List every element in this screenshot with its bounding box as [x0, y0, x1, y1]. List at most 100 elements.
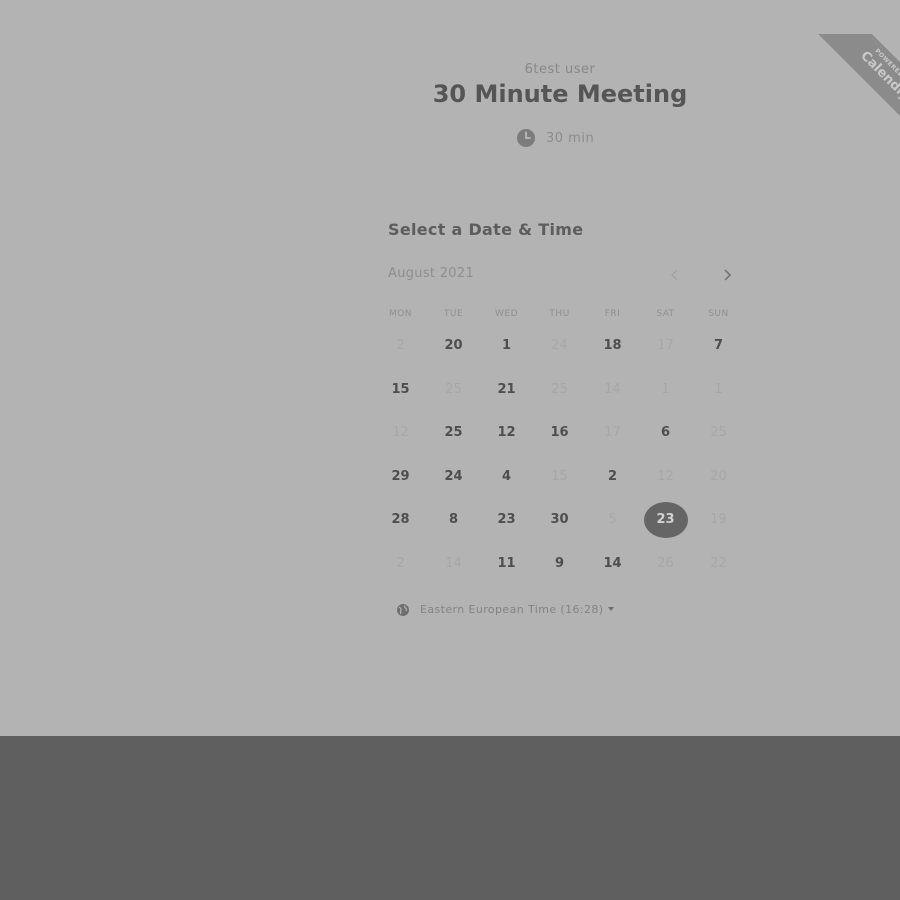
calendar-day[interactable]: 21 — [480, 368, 533, 412]
calendar-day-number: 20 — [710, 468, 727, 484]
calendar-days-grid: 2 20 1 24 18 17 7 15 25 21 25 14 1 1 12 25 12 16 17 6 25 29 24… — [374, 324, 745, 585]
calendar-day-number: 2 — [607, 468, 618, 484]
calendar-day-number: 21 — [497, 381, 516, 397]
calendar-day[interactable]: 15 — [374, 368, 427, 412]
calendar-day-number: 8 — [448, 512, 459, 528]
calendar-day[interactable]: 23 — [480, 498, 533, 542]
weekday-label: SAT — [656, 309, 675, 319]
calendar-day: 14 — [586, 368, 639, 412]
calendar-day-number: 18 — [603, 338, 622, 354]
calendar-day: 17 — [639, 324, 692, 368]
clock-icon — [516, 128, 536, 148]
calendar-day: 25 — [692, 411, 745, 455]
next-month-button[interactable] — [714, 262, 740, 288]
calendar-day: 19 — [692, 498, 745, 542]
calendar-day-number: 14 — [603, 555, 622, 571]
weekday-label: SUN — [708, 309, 729, 319]
calendar-day[interactable]: 9 — [533, 542, 586, 586]
weekday-header-row: MON TUE WED THU FRI SAT SUN — [374, 309, 745, 319]
calendar-day-number: 25 — [551, 381, 568, 397]
calendar-month-label: August 2021 — [388, 266, 475, 281]
calendar-day-number: 19 — [710, 512, 727, 528]
calendar-day[interactable]: 24 — [427, 455, 480, 499]
weekday-label: TUE — [443, 309, 464, 319]
calendar-day[interactable]: 8 — [427, 498, 480, 542]
timezone-selector[interactable]: Eastern European Time (16:28) — [396, 600, 614, 618]
timezone-label: Eastern European Time (16:28) — [420, 602, 604, 616]
weekday-label: MON — [388, 309, 413, 319]
select-date-heading: Select a Date & Time — [388, 220, 584, 239]
calendar-day-number: 15 — [551, 468, 568, 484]
calendar-day[interactable]: 28 — [374, 498, 427, 542]
calendar-day: 5 — [586, 498, 639, 542]
calendar-day-number: 9 — [554, 555, 565, 571]
calendar-day: 15 — [533, 455, 586, 499]
calendar-day-selected[interactable]: 23 — [639, 498, 692, 542]
calendar-day: 2 — [374, 542, 427, 586]
calendar-day: 12 — [639, 455, 692, 499]
calendar-day[interactable]: 25 — [427, 411, 480, 455]
weekday-label: WED — [494, 309, 518, 319]
calendar-day-number: 15 — [391, 381, 410, 397]
ribbon-band: POWERED BY Calendly — [804, 34, 900, 160]
calendar-day: 22 — [692, 542, 745, 586]
calendar-day-number: 25 — [710, 425, 727, 441]
event-duration: 30 min — [516, 128, 594, 148]
calendar-day[interactable]: 20 — [427, 324, 480, 368]
calendar-day-number: 11 — [497, 555, 516, 571]
calendar-day-number: 6 — [660, 425, 671, 441]
calendar-day-number: 24 — [444, 468, 463, 484]
calendar-day-number: 14 — [604, 381, 621, 397]
booking-panel: POWERED BY Calendly 6test user 30 Minute… — [0, 0, 900, 736]
calendar-day[interactable]: 2 — [586, 455, 639, 499]
event-owner-name: 6test user — [524, 62, 596, 77]
duration-label: 30 min — [546, 130, 595, 146]
calendar-day-number: 23 — [497, 512, 516, 528]
calendar-day[interactable]: 7 — [692, 324, 745, 368]
globe-icon — [396, 602, 410, 616]
calendar-day[interactable]: 6 — [639, 411, 692, 455]
chevron-right-icon — [722, 266, 732, 285]
calendar-day-number: 17 — [657, 338, 674, 354]
calendar-day-number: 22 — [710, 555, 727, 571]
calendar-day[interactable]: 4 — [480, 455, 533, 499]
calendar-day[interactable]: 16 — [533, 411, 586, 455]
calendar-day: 20 — [692, 455, 745, 499]
calendar-day: 1 — [692, 368, 745, 412]
calendar-day-number: 29 — [391, 468, 410, 484]
calendar-day-number: 2 — [396, 555, 405, 571]
calendar-day-number: 12 — [497, 425, 516, 441]
calendar-day: 2 — [374, 324, 427, 368]
calendar-day-number: 16 — [550, 425, 569, 441]
powered-by-ribbon[interactable]: POWERED BY Calendly — [804, 34, 900, 184]
calendar-day[interactable]: 12 — [480, 411, 533, 455]
calendar-day-number: 7 — [713, 338, 724, 354]
calendar-day[interactable]: 29 — [374, 455, 427, 499]
calendar-day: 14 — [427, 542, 480, 586]
calendar-day-number: 14 — [445, 555, 462, 571]
calendar-day-number: 2 — [396, 338, 405, 354]
calendar-day-number: 1 — [501, 338, 512, 354]
calendar-day-number: 1 — [714, 381, 723, 397]
calendar-day-number: 4 — [501, 468, 512, 484]
weekday-label: THU — [549, 309, 570, 319]
calendar-day[interactable]: 30 — [533, 498, 586, 542]
calendar-day[interactable]: 18 — [586, 324, 639, 368]
calendar-day: 17 — [586, 411, 639, 455]
calendar-day-number: 1 — [661, 381, 670, 397]
calendar-day[interactable]: 11 — [480, 542, 533, 586]
page-root: POWERED BY Calendly 6test user 30 Minute… — [0, 0, 900, 900]
calendar-day: 24 — [533, 324, 586, 368]
calendar-day-number: 5 — [608, 512, 617, 528]
calendar-day: 25 — [533, 368, 586, 412]
calendar-day: 1 — [639, 368, 692, 412]
calendar-day-number: 23 — [643, 501, 688, 538]
calendar-day-number: 26 — [657, 555, 674, 571]
calendar-day[interactable]: 14 — [586, 542, 639, 586]
calendar-day-number: 20 — [444, 338, 463, 354]
calendar-day[interactable]: 1 — [480, 324, 533, 368]
calendar-day-number: 25 — [445, 381, 462, 397]
previous-month-button[interactable] — [662, 262, 688, 288]
calendar-day: 26 — [639, 542, 692, 586]
caret-down-icon — [607, 607, 614, 611]
